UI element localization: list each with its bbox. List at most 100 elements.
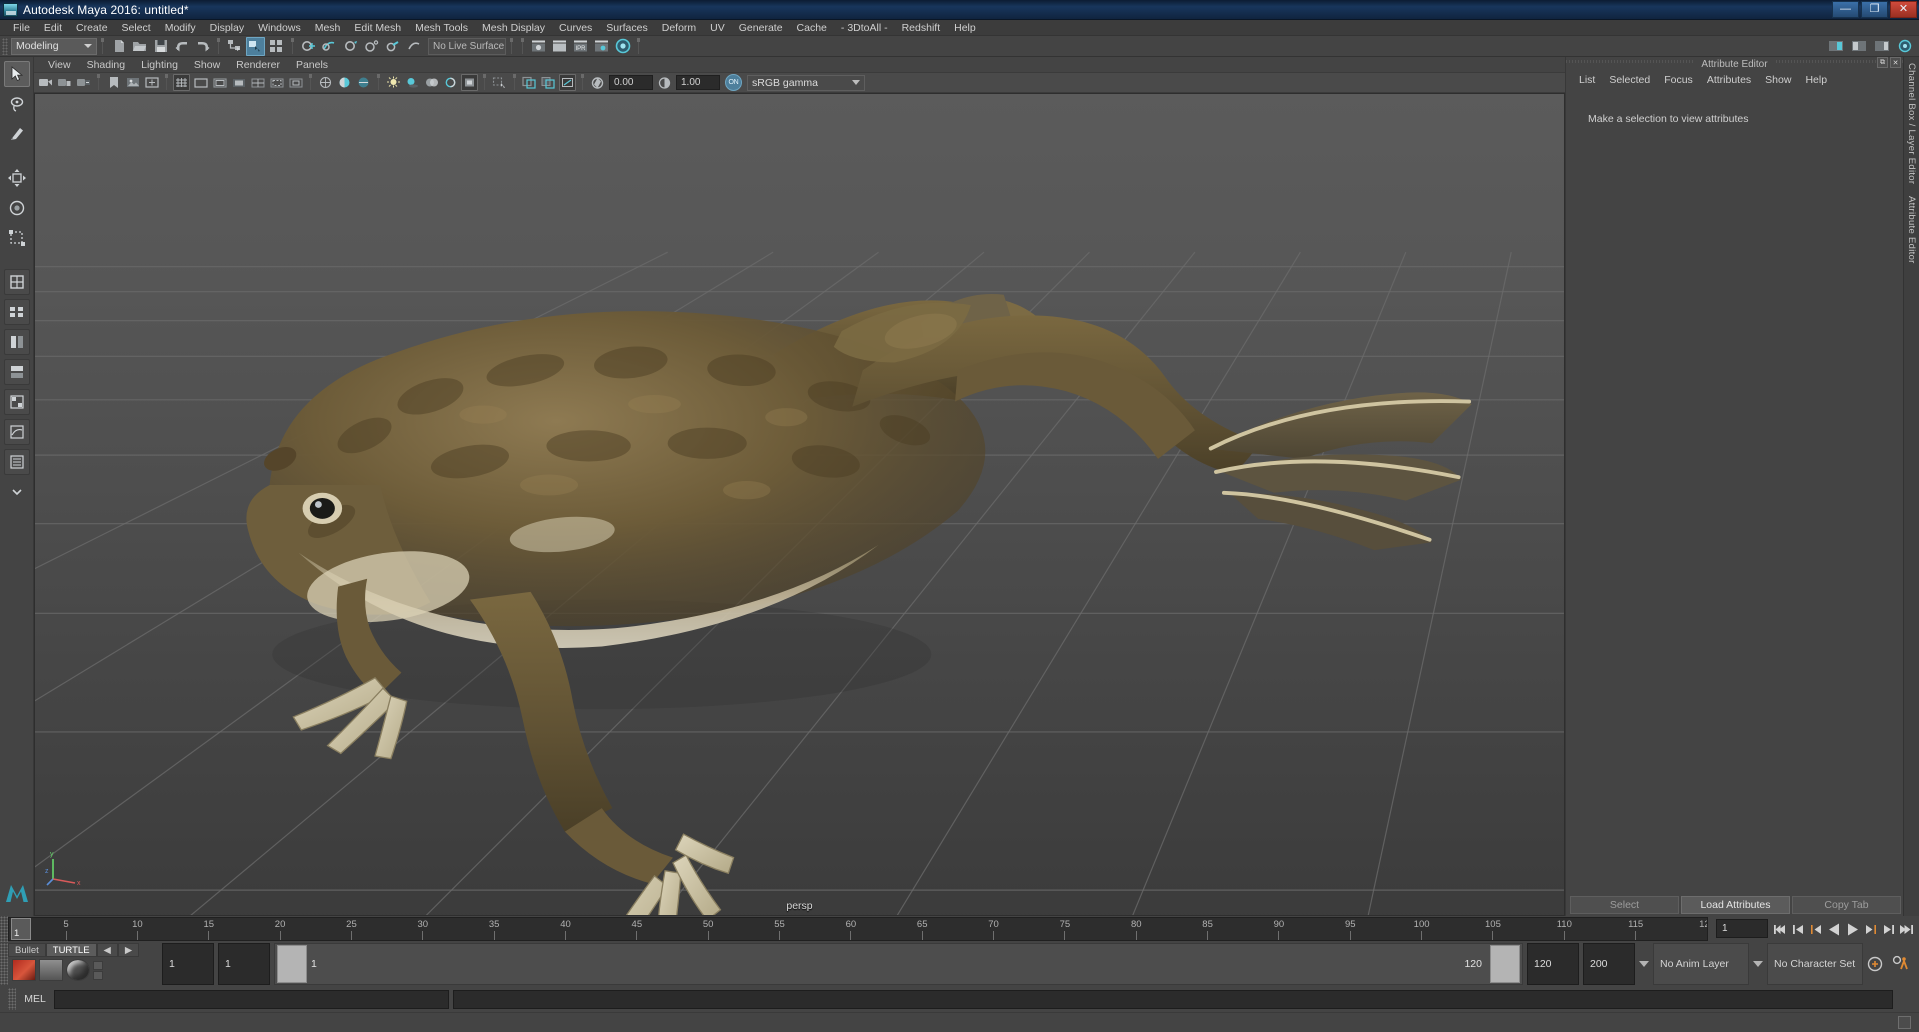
maximize-button[interactable]: ❐	[1861, 1, 1888, 18]
snap-to-grid-icon[interactable]	[299, 37, 318, 56]
render-sequence-icon[interactable]	[550, 37, 569, 56]
xray-active-components-icon[interactable]	[559, 74, 576, 91]
shadows-icon[interactable]	[404, 74, 421, 91]
go-to-start-button[interactable]	[1772, 919, 1789, 939]
snap-to-point-icon[interactable]	[341, 37, 360, 56]
minimize-button[interactable]: —	[1832, 1, 1859, 18]
current-frame-field[interactable]: 1	[1716, 919, 1768, 938]
redo-icon[interactable]	[193, 37, 212, 56]
render-view-icon[interactable]	[529, 37, 548, 56]
workspace-selector-icon[interactable]	[1895, 37, 1914, 56]
hypershade-icon[interactable]	[613, 37, 632, 56]
color-management-toggle-icon[interactable]: ON	[725, 74, 742, 91]
close-button[interactable]: ✕	[1890, 1, 1917, 18]
panel-menu-item-panels[interactable]: Panels	[288, 59, 336, 71]
play-backwards-button[interactable]	[1826, 919, 1843, 939]
more-layouts-chevron-down-icon[interactable]	[4, 479, 30, 505]
show-hide-tool-settings-icon[interactable]	[1849, 37, 1868, 56]
grid-toggle-icon[interactable]	[173, 74, 190, 91]
smooth-shade-all-icon[interactable]	[336, 74, 353, 91]
xray-joints-icon[interactable]	[540, 74, 557, 91]
outliner-layout-button[interactable]	[3, 449, 30, 475]
shaded-wireframe-icon[interactable]	[355, 74, 372, 91]
undo-icon[interactable]	[172, 37, 191, 56]
menu-item-select[interactable]: Select	[115, 20, 158, 36]
single-pane-layout-button[interactable]	[3, 269, 30, 295]
safe-title-icon[interactable]	[287, 74, 304, 91]
menu-item-deform[interactable]: Deform	[655, 20, 703, 36]
shelf-next-button[interactable]: ▶	[117, 943, 140, 957]
menu-item-windows[interactable]: Windows	[251, 20, 308, 36]
show-hide-attribute-editor-icon[interactable]	[1826, 37, 1845, 56]
time-slider-gripper[interactable]	[0, 916, 8, 942]
character-set-dropdown-button[interactable]	[1749, 943, 1767, 985]
four-pane-layout-button[interactable]	[3, 299, 30, 325]
film-gate-icon[interactable]	[192, 74, 209, 91]
panel-menu-item-shading[interactable]: Shading	[79, 59, 134, 71]
hypershade-layout-button[interactable]	[3, 389, 30, 415]
xray-icon[interactable]	[521, 74, 538, 91]
animation-preferences-icon[interactable]	[1887, 943, 1913, 985]
range-slider-gripper[interactable]	[0, 943, 8, 985]
anim-end-time-field[interactable]: 200	[1583, 943, 1635, 985]
save-scene-icon[interactable]	[151, 37, 170, 56]
motion-blur-icon[interactable]	[442, 74, 459, 91]
lock-camera-icon[interactable]	[56, 74, 73, 91]
range-start-time-field[interactable]: 1	[218, 943, 270, 985]
range-slider-track[interactable]: 1 120	[274, 943, 1523, 985]
two-d-pan-zoom-icon[interactable]	[143, 74, 160, 91]
menu-item-cache[interactable]: Cache	[790, 20, 834, 36]
graph-editor-layout-button[interactable]	[3, 419, 30, 445]
view-transform-selector[interactable]: sRGB gamma	[747, 74, 865, 91]
go-to-end-button[interactable]	[1898, 919, 1915, 939]
menu-item-generate[interactable]: Generate	[732, 20, 790, 36]
step-forward-frame-button[interactable]	[1880, 919, 1897, 939]
menu-item-edit-mesh[interactable]: Edit Mesh	[347, 20, 408, 36]
load-attributes-button[interactable]: Load Attributes	[1681, 896, 1790, 914]
shelf-scroll-down-button[interactable]	[93, 970, 103, 980]
bookmark-icon[interactable]	[105, 74, 122, 91]
select-by-component-icon[interactable]	[267, 37, 286, 56]
scale-tool[interactable]	[4, 225, 30, 251]
stacked-pane-layout-button[interactable]	[3, 359, 30, 385]
lasso-tool[interactable]	[4, 91, 30, 117]
paint-select-tool[interactable]	[4, 121, 30, 147]
make-live-icon[interactable]	[404, 37, 423, 56]
command-language-label[interactable]: MEL	[20, 993, 50, 1005]
contrast-icon[interactable]	[656, 74, 673, 91]
resolution-gate-icon[interactable]	[211, 74, 228, 91]
menu-item-3dtoall[interactable]: - 3DtoAll -	[834, 20, 895, 36]
perspective-viewport[interactable]: y x z persp	[34, 93, 1565, 916]
shelf-scroll-up-button[interactable]	[93, 960, 103, 970]
command-line-gripper[interactable]	[8, 988, 16, 1010]
ae-menu-item-attributes[interactable]: Attributes	[1700, 74, 1758, 86]
wireframe-icon[interactable]	[317, 74, 334, 91]
panel-menu-item-lighting[interactable]: Lighting	[133, 59, 186, 71]
show-hide-channel-box-icon[interactable]	[1872, 37, 1891, 56]
shelf-prev-button[interactable]: ◀	[96, 943, 118, 957]
screen-space-ao-icon[interactable]	[423, 74, 440, 91]
exposure-field[interactable]: 0.00	[609, 75, 653, 90]
turtle-bake-icon[interactable]	[39, 959, 63, 981]
character-set-field[interactable]: No Character Set	[1767, 943, 1863, 985]
panel-menu-item-view[interactable]: View	[40, 59, 79, 71]
ae-menu-item-selected[interactable]: Selected	[1602, 74, 1657, 86]
close-panel-button[interactable]: ✕	[1890, 57, 1901, 68]
ae-menu-item-help[interactable]: Help	[1798, 74, 1834, 86]
menu-item-mesh[interactable]: Mesh	[308, 20, 348, 36]
use-all-lights-icon[interactable]	[385, 74, 402, 91]
render-settings-icon[interactable]	[592, 37, 611, 56]
snap-to-view-plane-icon[interactable]	[383, 37, 402, 56]
bullet-shelf-tab[interactable]: Bullet	[8, 943, 46, 957]
select-by-object-icon[interactable]	[246, 36, 265, 56]
menu-item-file[interactable]: File	[6, 20, 37, 36]
panel-menu-item-show[interactable]: Show	[186, 59, 228, 71]
range-end-handle[interactable]	[1490, 945, 1520, 983]
sidebar-item-attribute-editor[interactable]: Attribute Editor	[1906, 190, 1917, 270]
ae-menu-item-list[interactable]: List	[1572, 74, 1602, 86]
camera-attributes-icon[interactable]	[75, 74, 92, 91]
image-plane-icon[interactable]	[124, 74, 141, 91]
step-forward-key-button[interactable]	[1862, 919, 1879, 939]
menu-item-modify[interactable]: Modify	[158, 20, 203, 36]
copy-tab-button[interactable]: Copy Tab	[1792, 896, 1901, 914]
